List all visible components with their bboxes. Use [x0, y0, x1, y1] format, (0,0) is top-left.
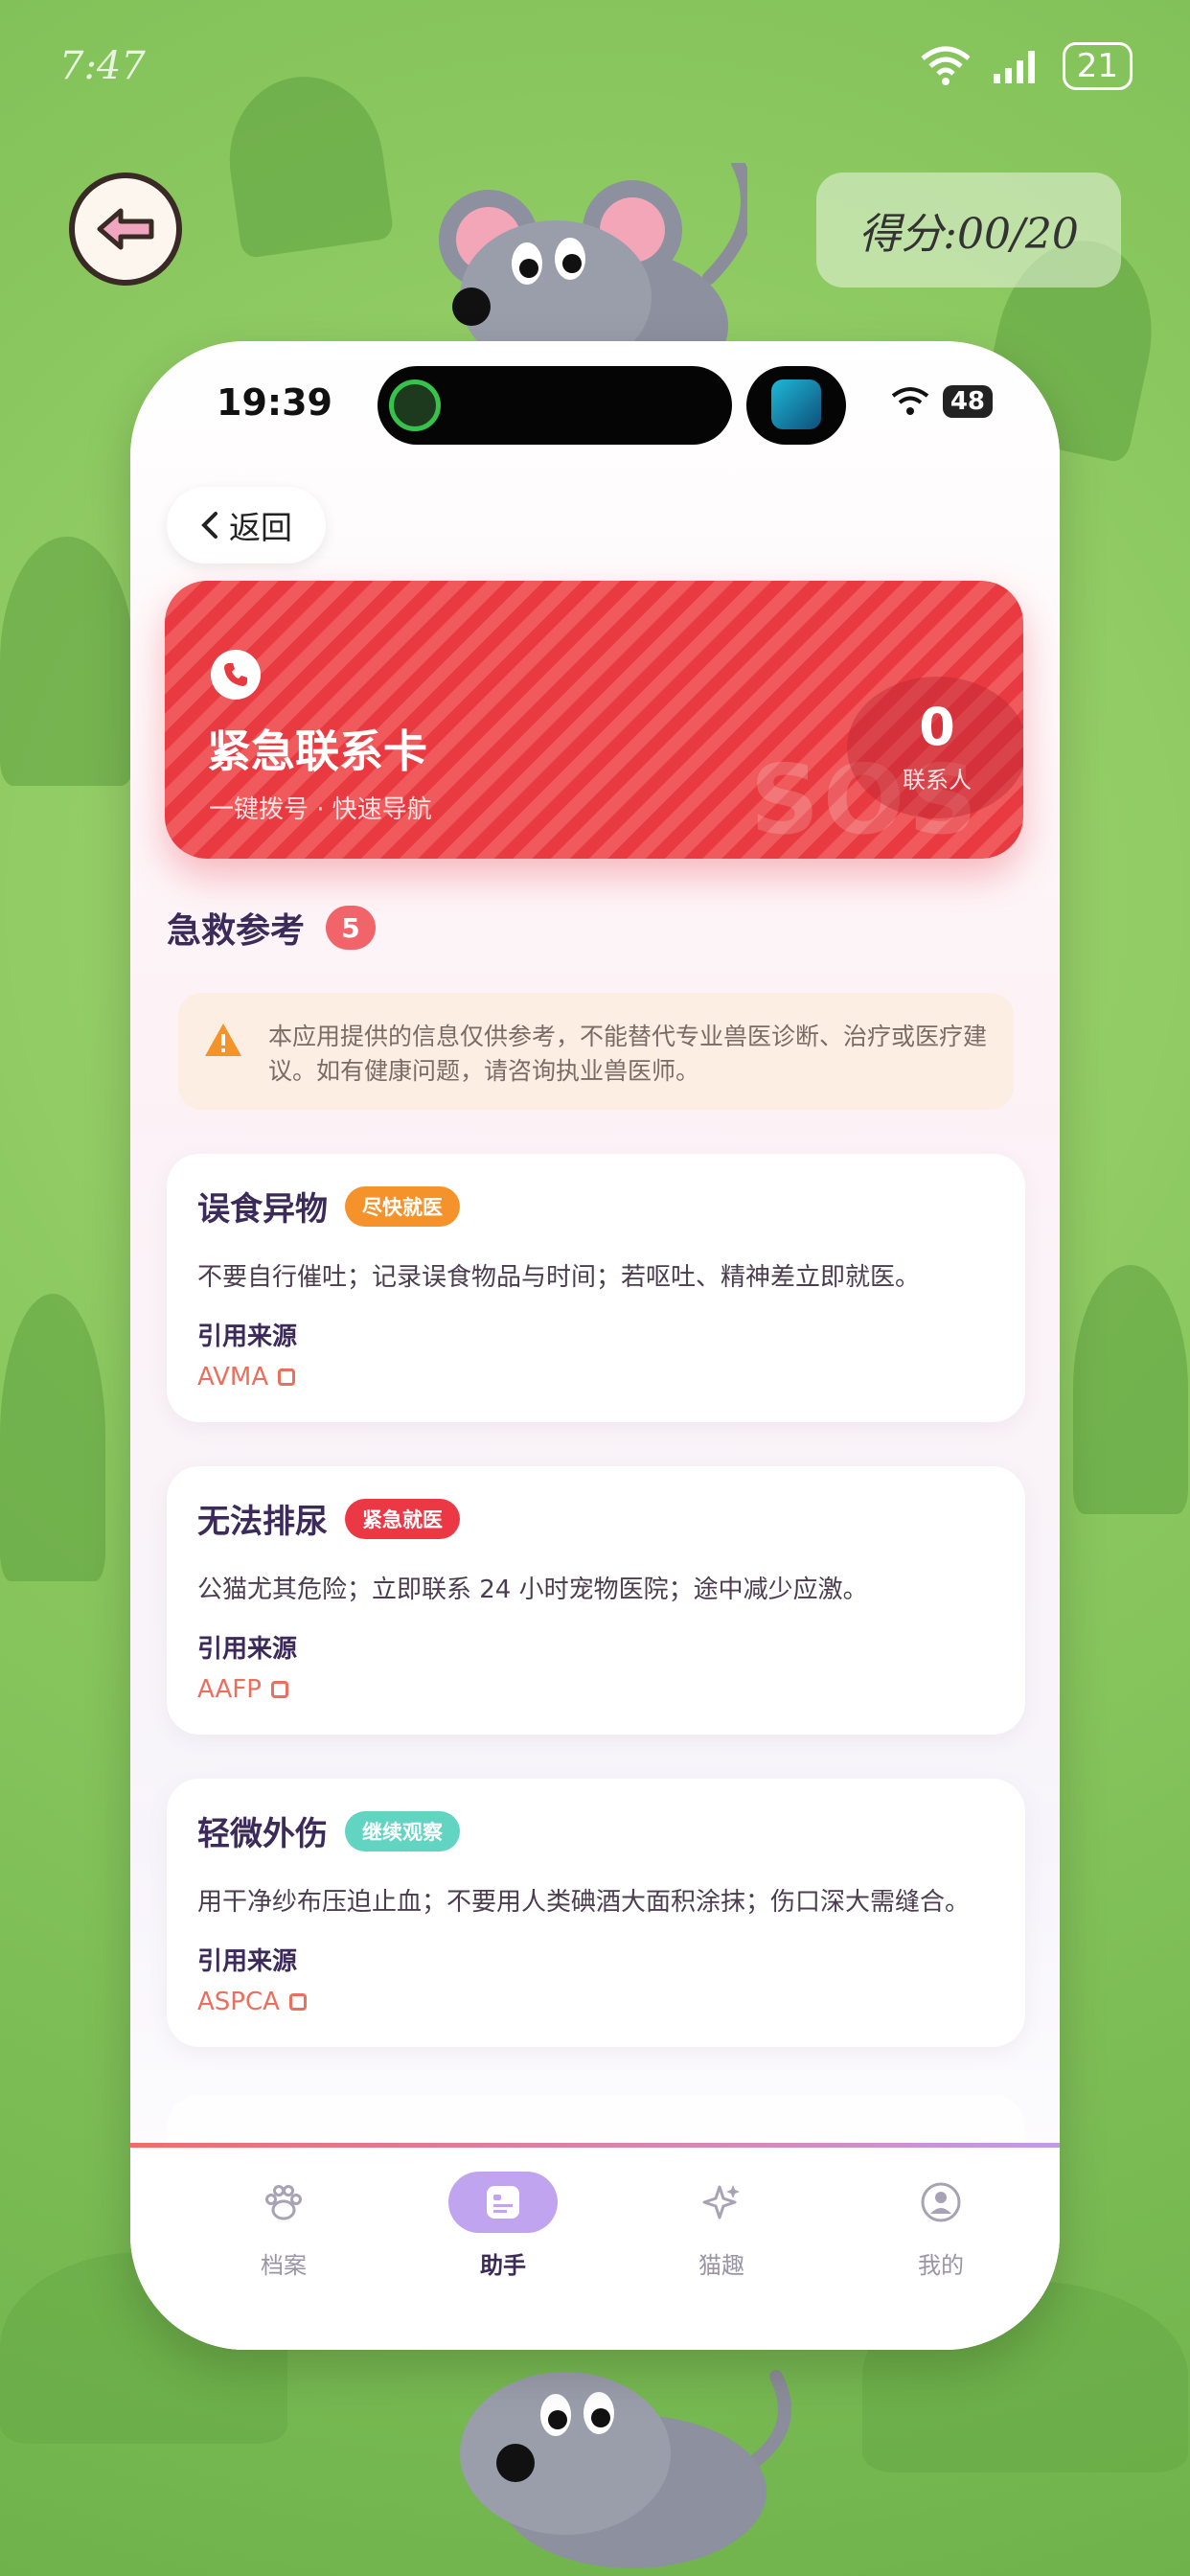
card-title-row: 轻微外伤 继续观察	[197, 1807, 460, 1854]
wifi-icon	[921, 46, 971, 85]
sparkle-icon	[667, 2172, 776, 2233]
outer-status-time: 7:47	[59, 44, 146, 88]
contact-count-badge[interactable]: 0 联系人	[847, 677, 1023, 818]
mouse-illustration	[439, 163, 747, 364]
urgency-tag: 紧急就医	[345, 1498, 460, 1539]
dynamic-island-app	[746, 366, 846, 445]
grass-decoration	[1073, 1265, 1188, 1514]
grass-decoration	[0, 1294, 105, 1581]
phone-screen: 19:39 48 返回 SOS 紧急联系卡 一键拨号 · 快速导航 0 联系人 …	[130, 341, 1060, 2350]
paw-icon	[229, 2172, 338, 2233]
battery-indicator: 48	[942, 385, 993, 418]
card-title-row: 无法排尿 紧急就医	[197, 1495, 460, 1542]
outer-status-icons: 21	[919, 42, 1133, 90]
external-link-icon	[288, 1993, 307, 2011]
tab-me[interactable]: 我的	[864, 2172, 1018, 2280]
first-aid-card[interactable]: 误食异物 尽快就医 不要自行催吐；记录误食物品与时间；若呕吐、精神差立即就医。 …	[167, 1154, 1025, 1422]
grass-decoration	[218, 66, 395, 260]
warning-icon	[205, 1024, 241, 1056]
source-name: AVMA	[197, 1363, 269, 1392]
emergency-card-subtitle: 一键拨号 · 快速导航	[209, 795, 432, 824]
dynamic-island	[378, 366, 732, 445]
emergency-card-title: 紧急联系卡	[207, 725, 427, 777]
tab-bar-divider	[130, 2143, 1060, 2148]
phone-status-bar: 19:39 48	[130, 341, 1060, 466]
mouse-illustration	[460, 2370, 791, 2568]
source-link[interactable]: AAFP	[197, 1675, 288, 1704]
disclaimer-text: 本应用提供的信息仅供参考，不能替代专业兽医诊断、治疗或医疗建议。如有健康问题，请…	[268, 1023, 988, 1085]
first-aid-card[interactable]: 无法排尿 紧急就医 公猫尤其危险；立即联系 24 小时宠物医院；途中减少应激。 …	[167, 1466, 1025, 1735]
grass-decoration	[0, 537, 134, 786]
assistant-icon	[448, 2172, 558, 2233]
activity-icon	[389, 380, 441, 431]
section-title: 急救参考	[167, 911, 306, 951]
card-description: 不要自行催吐；记录误食物品与时间；若呕吐、精神差立即就医。	[197, 1263, 921, 1292]
phone-icon	[211, 650, 261, 700]
emergency-contact-card[interactable]: SOS 紧急联系卡 一键拨号 · 快速导航 0 联系人	[165, 581, 1023, 859]
card-title-row: 误食异物 尽快就医	[197, 1183, 460, 1230]
score-display: 得分:00/20	[816, 172, 1121, 288]
tab-cat-fun[interactable]: 猫趣	[645, 2172, 798, 2280]
source-name: AAFP	[197, 1675, 262, 1704]
phone-status-time: 19:39	[217, 381, 332, 424]
bottom-tab-bar: 档案 助手 猫趣 我的	[130, 2143, 1060, 2350]
phone-status-icons: 48	[891, 385, 993, 418]
app-icon	[771, 380, 821, 429]
source-label: 引用来源	[197, 1322, 298, 1351]
back-button[interactable]: 返回	[167, 487, 326, 564]
back-button[interactable]	[69, 172, 182, 286]
arrow-left-icon	[97, 208, 154, 250]
source-label: 引用来源	[197, 1947, 298, 1976]
signal-icon	[993, 51, 1035, 83]
tab-assistant[interactable]: 助手	[426, 2172, 580, 2280]
first-aid-card[interactable]: 轻微外伤 继续观察 用干净纱布压迫止血；不要用人类碘酒大面积涂抹；伤口深大需缝合…	[167, 1779, 1025, 2047]
chevron-left-icon	[201, 512, 217, 539]
card-description: 公猫尤其危险；立即联系 24 小时宠物医院；途中减少应激。	[197, 1576, 868, 1604]
contact-count: 0	[919, 696, 955, 757]
section-count-badge: 5	[326, 906, 377, 950]
source-link[interactable]: AVMA	[197, 1363, 296, 1392]
source-link[interactable]: ASPCA	[197, 1988, 307, 2016]
tab-label: 猫趣	[698, 2252, 744, 2279]
card-title: 无法排尿	[197, 1503, 328, 1541]
disclaimer-banner: 本应用提供的信息仅供参考，不能替代专业兽医诊断、治疗或医疗建议。如有健康问题，请…	[178, 993, 1014, 1110]
urgency-tag: 继续观察	[345, 1810, 460, 1852]
card-description: 用干净纱布压迫止血；不要用人类碘酒大面积涂抹；伤口深大需缝合。	[197, 1888, 971, 1917]
external-link-icon	[278, 1368, 296, 1386]
wifi-icon	[891, 387, 929, 415]
card-title: 轻微外伤	[197, 1815, 328, 1853]
first-aid-section-header: 急救参考 5	[167, 903, 377, 953]
tab-label: 档案	[261, 2252, 307, 2279]
user-icon	[886, 2172, 995, 2233]
urgency-tag: 尽快就医	[345, 1185, 460, 1227]
back-label: 返回	[229, 509, 292, 546]
source-name: ASPCA	[197, 1988, 280, 2016]
tab-label: 助手	[480, 2252, 526, 2279]
contact-count-label: 联系人	[903, 766, 972, 794]
card-title: 误食异物	[197, 1190, 328, 1229]
battery-indicator: 21	[1062, 42, 1133, 90]
source-label: 引用来源	[197, 1635, 298, 1664]
tab-label: 我的	[918, 2252, 964, 2279]
tab-profile[interactable]: 档案	[207, 2172, 360, 2280]
external-link-icon	[270, 1681, 288, 1698]
